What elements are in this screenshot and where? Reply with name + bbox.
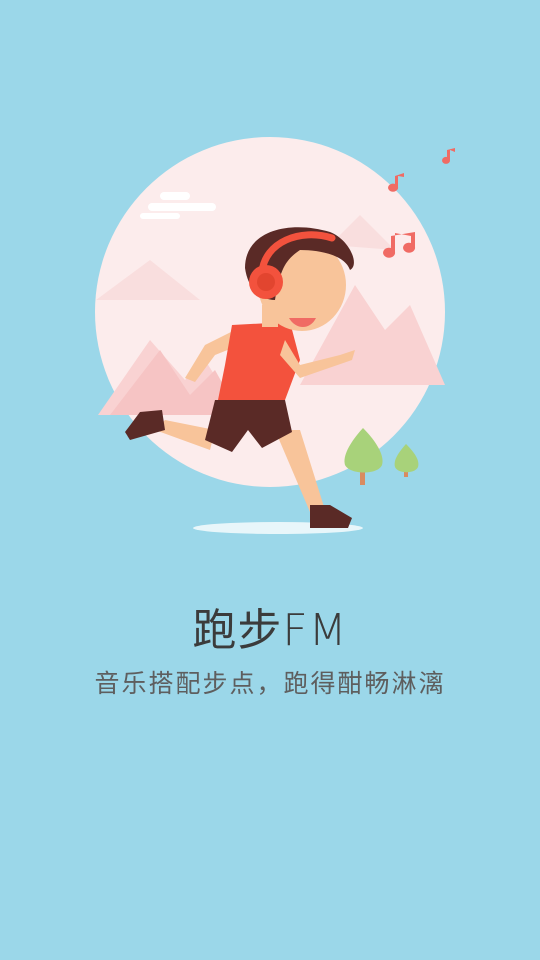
splash-illustration [95, 137, 455, 534]
app-title: 跑步FM [192, 605, 348, 656]
app-slogan: 音乐搭配步点，跑得酣畅淋漓 [94, 669, 446, 698]
